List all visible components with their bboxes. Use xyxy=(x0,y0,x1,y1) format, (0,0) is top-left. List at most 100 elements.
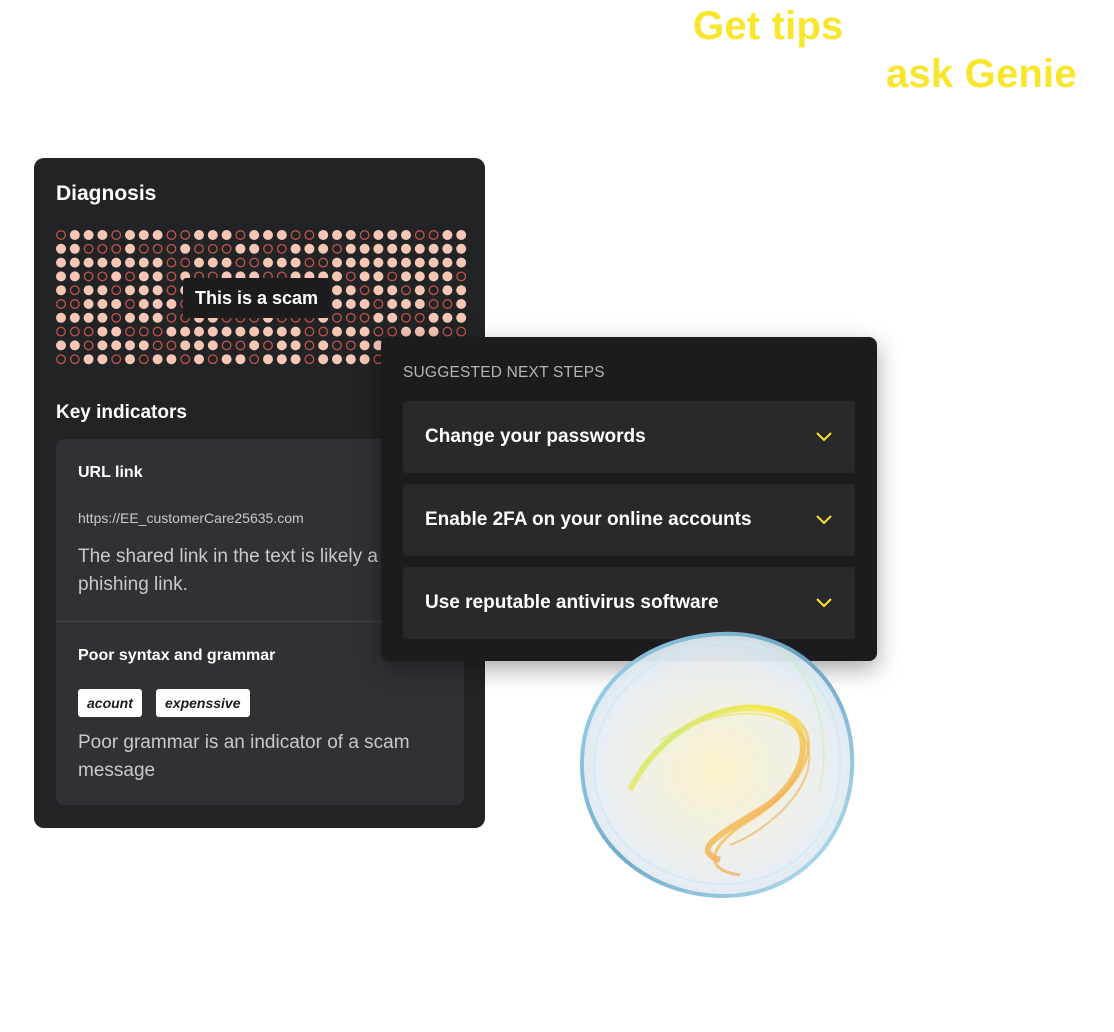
headline-get-tips: Get tips xyxy=(693,4,844,48)
matrix-dot xyxy=(235,340,246,351)
matrix-dot xyxy=(97,257,108,268)
matrix-dot xyxy=(83,340,94,351)
matrix-dot xyxy=(97,285,108,296)
matrix-dot xyxy=(69,312,80,323)
matrix-dot xyxy=(152,299,163,309)
matrix-dot xyxy=(345,312,356,323)
matrix-dot xyxy=(56,299,66,309)
step-change-passwords[interactable]: Change your passwords xyxy=(403,401,855,473)
matrix-dot xyxy=(359,326,370,337)
matrix-dot xyxy=(276,230,287,240)
matrix-dot xyxy=(235,354,246,365)
matrix-dot xyxy=(207,257,218,268)
matrix-dot xyxy=(442,299,453,309)
matrix-dot xyxy=(401,243,411,254)
matrix-dot xyxy=(318,257,329,268)
matrix-dot xyxy=(125,285,135,296)
next-steps-title: SUGGESTED NEXT STEPS xyxy=(403,364,605,381)
matrix-dot xyxy=(166,354,177,365)
matrix-dot xyxy=(111,271,122,282)
matrix-dot xyxy=(83,354,94,365)
matrix-dot xyxy=(97,354,108,365)
matrix-dot xyxy=(69,230,80,240)
matrix-dot xyxy=(221,230,232,240)
matrix-dot xyxy=(111,257,122,268)
matrix-dot xyxy=(387,230,398,240)
matrix-dot xyxy=(428,312,439,323)
matrix-dot xyxy=(166,340,177,351)
chevron-down-icon xyxy=(816,515,832,525)
matrix-dot xyxy=(263,326,273,337)
matrix-dot xyxy=(166,326,177,337)
matrix-dot xyxy=(373,312,384,323)
matrix-dot xyxy=(442,312,453,323)
matrix-dot xyxy=(263,354,273,365)
matrix-dot xyxy=(180,230,191,240)
matrix-dot xyxy=(442,230,453,240)
matrix-dot xyxy=(180,326,191,337)
matrix-dot xyxy=(318,354,329,365)
matrix-dot xyxy=(332,257,342,268)
matrix-dot xyxy=(166,299,177,309)
matrix-dot xyxy=(152,354,163,365)
matrix-dot xyxy=(180,354,191,365)
matrix-dot xyxy=(221,326,232,337)
matrix-dot xyxy=(332,326,342,337)
indicator-grammar-description: Poor grammar is an indicator of a scam m… xyxy=(78,732,410,781)
matrix-dot xyxy=(456,326,467,337)
matrix-dot xyxy=(194,257,204,268)
matrix-dot xyxy=(152,243,163,254)
matrix-dot xyxy=(180,340,191,351)
matrix-dot xyxy=(249,243,260,254)
matrix-dot xyxy=(125,230,135,240)
matrix-dot xyxy=(180,243,191,254)
indicator-url-value: https://EE_customerCare25635.com xyxy=(78,510,304,526)
matrix-dot xyxy=(138,230,149,240)
chevron-down-icon xyxy=(816,598,832,608)
matrix-dot xyxy=(456,257,467,268)
matrix-dot xyxy=(125,243,135,254)
matrix-dot xyxy=(138,243,149,254)
matrix-dot xyxy=(304,243,315,254)
matrix-dot xyxy=(456,243,467,254)
matrix-dot xyxy=(428,299,439,309)
matrix-dot xyxy=(304,354,315,365)
matrix-dot xyxy=(249,326,260,337)
matrix-dot xyxy=(83,299,94,309)
matrix-dot xyxy=(138,257,149,268)
matrix-dot xyxy=(111,312,122,323)
matrix-dot xyxy=(456,285,467,296)
matrix-dot xyxy=(456,299,467,309)
matrix-dot xyxy=(235,243,246,254)
matrix-dot xyxy=(373,243,384,254)
matrix-dot xyxy=(138,340,149,351)
matrix-dot xyxy=(111,340,122,351)
matrix-dot xyxy=(401,230,411,240)
matrix-dot xyxy=(401,257,411,268)
matrix-dot xyxy=(152,340,163,351)
matrix-dot xyxy=(414,243,425,254)
matrix-dot xyxy=(125,312,135,323)
matrix-dot xyxy=(235,230,246,240)
matrix-dot xyxy=(263,230,273,240)
matrix-dot xyxy=(207,243,218,254)
matrix-dot xyxy=(290,354,301,365)
matrix-dot xyxy=(401,312,411,323)
matrix-dot xyxy=(359,340,370,351)
matrix-dot xyxy=(428,271,439,282)
matrix-dot xyxy=(414,257,425,268)
matrix-dot xyxy=(221,243,232,254)
matrix-dot xyxy=(69,326,80,337)
matrix-dot xyxy=(290,257,301,268)
matrix-dot xyxy=(56,271,66,282)
matrix-dot xyxy=(111,326,122,337)
matrix-dot xyxy=(345,257,356,268)
step-enable-2fa[interactable]: Enable 2FA on your online accounts xyxy=(403,484,855,556)
matrix-dot xyxy=(207,326,218,337)
matrix-dot xyxy=(345,230,356,240)
matrix-dot xyxy=(456,271,467,282)
matrix-dot xyxy=(332,243,342,254)
matrix-dot xyxy=(276,340,287,351)
matrix-dot xyxy=(276,257,287,268)
matrix-dot xyxy=(125,326,135,337)
